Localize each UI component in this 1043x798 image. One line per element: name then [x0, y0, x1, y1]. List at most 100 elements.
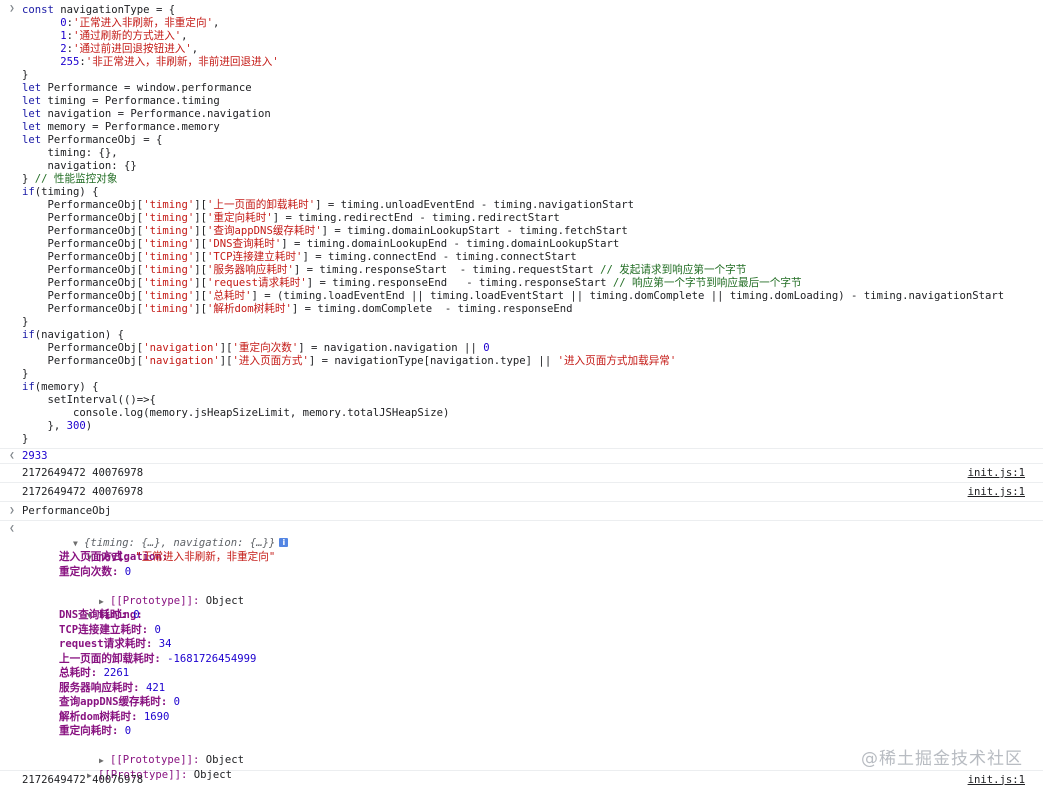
- code-token: console.log(memory.jsHeapSizeLimit, memo…: [22, 407, 450, 419]
- code-line: }, 300): [0, 420, 1043, 433]
- code-token: },: [22, 420, 67, 432]
- code-token: 'timing': [143, 212, 195, 224]
- prop-value: 0: [173, 696, 180, 708]
- code-line: PerformanceObj['timing']['解析dom树耗时'] = t…: [0, 303, 1043, 316]
- code-token: timing: {},: [22, 147, 118, 159]
- tree-prop[interactable]: 总耗时: 2261: [22, 666, 1043, 681]
- prop-value: 34: [158, 638, 172, 650]
- code-line: setInterval(()=>{: [0, 394, 1043, 407]
- console-input-2[interactable]: ❯ PerformanceObj: [0, 502, 1043, 521]
- code-token: let: [22, 95, 42, 107]
- code-token: '重定向耗时': [206, 212, 273, 224]
- log-row: 2172649472 40076978 init.js:1: [0, 464, 1043, 483]
- code-line: if(timing) {: [0, 186, 1043, 199]
- code-line: 2:'通过前进回退按钮进入',: [0, 43, 1043, 56]
- code-token: }: [22, 173, 35, 185]
- code-token: timing = Performance.timing: [41, 95, 220, 107]
- code-token: 'navigation': [143, 355, 220, 367]
- code-token: PerformanceObj[: [22, 355, 144, 367]
- code-token: '上一页面的卸载耗时': [206, 199, 316, 211]
- code-line: if(memory) {: [0, 381, 1043, 394]
- code-token: '解析dom树耗时': [206, 303, 292, 315]
- code-token: 'timing': [143, 277, 195, 289]
- code-line: PerformanceObj['timing']['request请求耗时'] …: [0, 277, 1043, 290]
- code-token: (navigation) {: [34, 329, 125, 341]
- code-line: PerformanceObj['timing']['上一页面的卸载耗时'] = …: [0, 199, 1043, 212]
- prop-key: TCP连接建立耗时:: [59, 623, 149, 636]
- code-token: '服务器响应耗时': [206, 264, 294, 276]
- tree-prop[interactable]: 上一页面的卸载耗时: -1681726454999: [22, 652, 1043, 667]
- code-block: const navigationType = { 0:'正常进入非刷新，非重定向…: [0, 4, 1043, 446]
- code-token: '查询appDNS缓存耗时': [206, 225, 322, 237]
- code-line: 1:'通过刷新的方式进入',: [0, 30, 1043, 43]
- tree-prop[interactable]: request请求耗时: 34: [22, 637, 1043, 652]
- code-token: ,: [181, 30, 188, 42]
- tree-prop[interactable]: 重定向耗时: 0: [22, 724, 1043, 739]
- code-token: }: [22, 368, 29, 380]
- code-token: PerformanceObj[: [22, 199, 144, 211]
- code-token: ][: [194, 251, 207, 263]
- input-text: PerformanceObj: [22, 505, 112, 517]
- object-tree: ▼ {timing: {…}, navigation: {…}} i ▼ naviga…: [0, 521, 1043, 781]
- code-token: 'DNS查询耗时': [206, 238, 282, 250]
- tree-node-timing[interactable]: ▼ timing:: [22, 594, 1043, 621]
- code-token: const: [22, 4, 54, 16]
- code-line: PerformanceObj['timing']['总耗时'] = (timin…: [0, 290, 1043, 303]
- code-token: '通过前进回退按钮进入': [73, 43, 192, 55]
- tree-prop[interactable]: 查询appDNS缓存耗时: 0: [22, 695, 1043, 710]
- code-token: setInterval(()=>{: [22, 394, 156, 406]
- prop-value: 0: [124, 725, 132, 737]
- source-link[interactable]: init.js:1: [968, 483, 1025, 501]
- code-token: ] = navigation.navigation ||: [298, 342, 484, 354]
- chevron-left-icon: ❮: [9, 451, 15, 461]
- code-token: navigation: {}: [22, 160, 137, 172]
- code-token: '非正常进入，非刷新，非前进回退进入': [85, 56, 279, 68]
- prop-key: 解析dom树耗时:: [59, 710, 138, 723]
- code-token: let: [22, 134, 42, 146]
- code-token: ][: [194, 212, 207, 224]
- tree-prop[interactable]: DNS查询耗时: 0: [22, 608, 1043, 623]
- log-text: 2172649472 40076978: [22, 467, 144, 479]
- source-link[interactable]: init.js:1: [968, 771, 1025, 789]
- code-line: console.log(memory.jsHeapSizeLimit, memo…: [0, 407, 1043, 420]
- prop-value: 0: [133, 609, 140, 621]
- object-root[interactable]: ▼ {timing: {…}, navigation: {…}} i: [22, 521, 1043, 549]
- tree-prop[interactable]: 解析dom树耗时: 1690: [22, 710, 1043, 725]
- code-token: PerformanceObj[: [22, 264, 144, 276]
- prop-value: 0: [124, 565, 132, 578]
- code-token: PerformanceObj = {: [41, 134, 163, 146]
- code-token: 'timing': [143, 238, 195, 250]
- code-line: PerformanceObj['timing']['DNS查询耗时'] = ti…: [0, 238, 1043, 251]
- code-token: let: [22, 121, 42, 133]
- prop-value: "正常进入非刷新，非重定向": [135, 551, 276, 563]
- prop-key: request请求耗时:: [59, 638, 153, 650]
- source-link[interactable]: init.js:1: [968, 464, 1025, 482]
- code-line: const navigationType = {: [0, 4, 1043, 17]
- tree-prop[interactable]: 重定向次数: 0: [22, 565, 1043, 580]
- tree-node-navigation[interactable]: ▼ navigation:: [22, 536, 1043, 563]
- code-token: ][: [194, 277, 207, 289]
- code-token: }: [22, 316, 29, 328]
- code-token: memory = Performance.memory: [41, 121, 220, 133]
- tree-prop[interactable]: 服务器响应耗时: 421: [22, 681, 1043, 696]
- code-line: }: [0, 368, 1043, 381]
- code-token: PerformanceObj[: [22, 238, 144, 250]
- code-token: let: [22, 108, 42, 120]
- code-token: ][: [219, 342, 233, 354]
- code-line: if(navigation) {: [0, 329, 1043, 342]
- code-token: PerformanceObj[: [22, 225, 144, 237]
- code-token: (memory) {: [34, 381, 99, 393]
- code-token: ][: [194, 238, 207, 250]
- prop-value: 1690: [143, 710, 170, 723]
- tree-node-prototype[interactable]: ▶ [[Prototype]]: Object: [22, 579, 1043, 607]
- code-line: navigation: {}: [0, 160, 1043, 173]
- tree-prop[interactable]: TCP连接建立耗时: 0: [22, 623, 1043, 638]
- code-token: ] = timing.redirectEnd - timing.redirect…: [272, 212, 560, 224]
- console-input-code[interactable]: ❯ const navigationType = { 0:'正常进入非刷新，非重…: [0, 0, 1043, 449]
- console-result: ❮ 2933: [0, 449, 1043, 464]
- code-token: ][: [219, 355, 233, 367]
- code-token: 'timing': [143, 251, 195, 263]
- code-line: let timing = Performance.timing: [0, 95, 1043, 108]
- tree-prop[interactable]: 进入页面方式: "正常进入非刷新，非重定向": [22, 550, 1043, 565]
